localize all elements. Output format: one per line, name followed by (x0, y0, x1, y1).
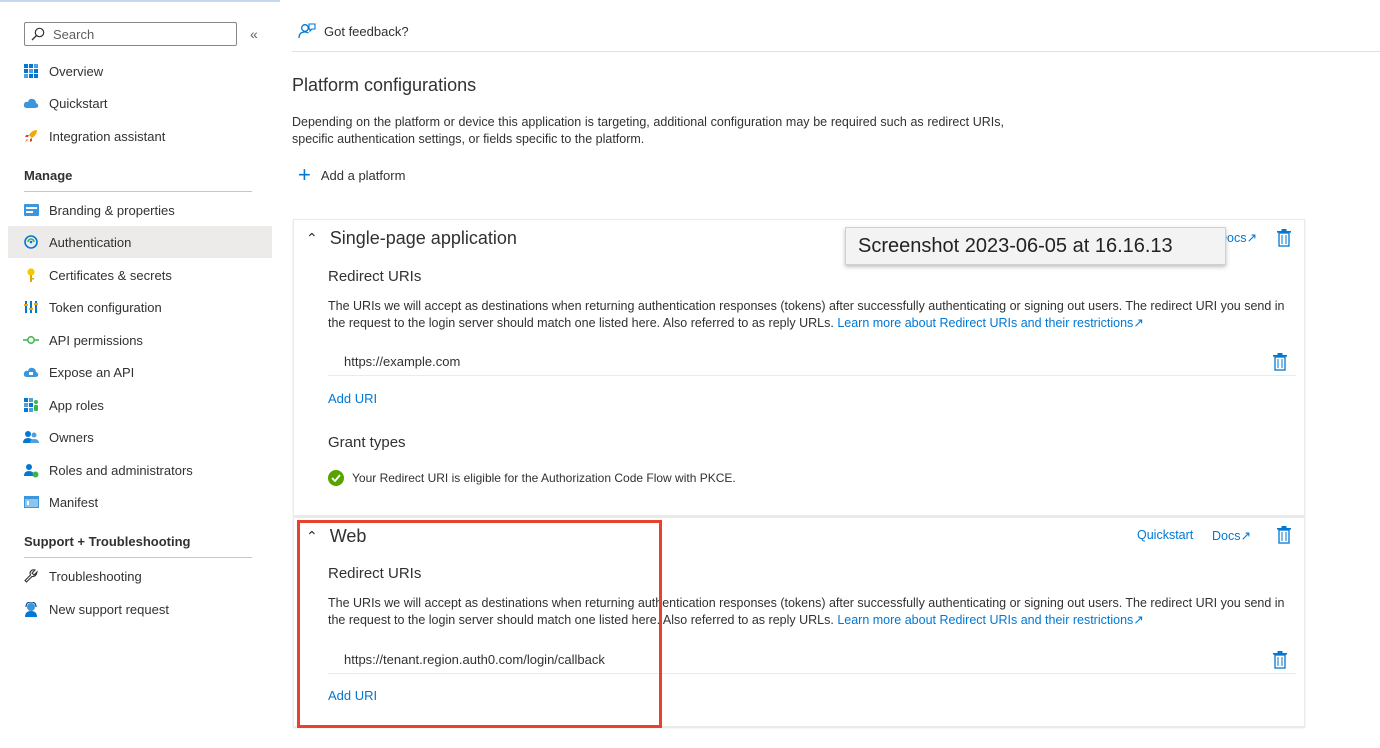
sidebar-item-authentication[interactable]: Authentication (8, 226, 272, 258)
web-learn-more-link[interactable]: Learn more about Redirect URIs and their… (837, 613, 1143, 627)
section-manage: Manage (24, 168, 252, 192)
sidebar-item-certificates-secrets[interactable]: Certificates & secrets (8, 259, 272, 291)
sidebar-item-label: Roles and administrators (49, 462, 193, 478)
sidebar-item-new-support-request[interactable]: New support request (8, 593, 272, 625)
web-delete-platform-icon[interactable] (1276, 526, 1292, 544)
cloud-api-icon (23, 364, 39, 380)
sidebar-item-api-permissions[interactable]: API permissions (8, 324, 272, 356)
external-link-icon: ↗ (1133, 613, 1144, 627)
external-link-icon: ↗ (1240, 529, 1251, 543)
sidebar-item-label: Token configuration (49, 299, 162, 315)
web-docs-link[interactable]: Docs↗ (1212, 528, 1251, 543)
spa-card-title: Single-page application (329, 228, 517, 248)
cloud-icon (23, 95, 39, 111)
spa-uri-row[interactable]: https://example.com (328, 348, 1296, 376)
feedback-button[interactable]: Got feedback? (298, 22, 409, 40)
search-input[interactable]: Search (24, 22, 237, 46)
app-roles-icon (23, 397, 39, 413)
sidebar-item-label: Certificates & secrets (49, 267, 172, 283)
screenshot-tooltip: Screenshot 2023-06-05 at 16.16.13 (845, 227, 1226, 265)
grant-status-text: Your Redirect URI is eligible for the Au… (352, 471, 736, 485)
sidebar-item-token-configuration[interactable]: Token configuration (8, 291, 272, 323)
sidebar-item-label: Expose an API (49, 364, 135, 380)
token-icon (23, 299, 39, 315)
search-icon (31, 27, 45, 41)
key-icon (23, 267, 39, 283)
sidebar-item-label: New support request (49, 601, 169, 617)
sidebar-item-label: Manifest (49, 494, 99, 510)
sidebar-item-expose-api[interactable]: Expose an API (8, 356, 272, 388)
web-docs-label: Docs (1212, 529, 1241, 543)
spa-card-header[interactable]: ⌃ Single-page application (306, 228, 517, 249)
plus-icon: + (298, 162, 311, 187)
toolbar-divider (292, 51, 1380, 52)
highlight-box (297, 520, 662, 728)
feedback-icon (298, 23, 316, 39)
sidebar-item-label: Quickstart (49, 95, 108, 111)
feedback-label: Got feedback? (324, 23, 409, 39)
grant-status: Your Redirect URI is eligible for the Au… (328, 470, 736, 486)
add-platform-label: Add a platform (320, 167, 406, 183)
spa-delete-uri-icon[interactable] (1272, 353, 1288, 371)
sidebar-item-owners[interactable]: Owners (8, 421, 272, 453)
spa-add-uri-link[interactable]: Add URI (328, 391, 377, 406)
sidebar-item-label: Authentication (49, 234, 132, 250)
support-person-icon (23, 601, 39, 617)
web-quickstart-link[interactable]: Quickstart (1137, 528, 1193, 542)
spa-redirect-title: Redirect URIs (328, 268, 422, 285)
page-title: Platform configurations (292, 75, 477, 95)
rocket-icon (23, 128, 39, 144)
page-description: Depending on the platform or device this… (292, 115, 1004, 146)
owners-icon (23, 429, 39, 445)
sidebar-item-label: App roles (49, 397, 104, 413)
sidebar-item-label: Owners (49, 429, 94, 445)
authentication-icon (23, 234, 39, 250)
sidebar-item-label: API permissions (49, 332, 143, 348)
roles-icon (23, 462, 39, 478)
grid-icon (23, 63, 39, 79)
sidebar-item-label: Overview (49, 63, 104, 79)
api-permissions-icon (23, 332, 39, 348)
spa-delete-platform-icon[interactable] (1276, 229, 1292, 247)
spa-learn-more-label: Learn more about Redirect URIs and their… (837, 316, 1134, 330)
spa-uri-value: https://example.com (344, 354, 461, 369)
sidebar-item-app-roles[interactable]: App roles (8, 389, 272, 421)
sidebar-item-label: Integration assistant (49, 128, 166, 144)
search-placeholder: Search (53, 26, 95, 42)
section-support-troubleshooting: Support + Troubleshooting (24, 534, 252, 558)
web-learn-more-label: Learn more about Redirect URIs and their… (837, 613, 1134, 627)
add-platform-button[interactable]: + Add a platform (298, 162, 406, 187)
external-link-icon: ↗ (1246, 231, 1257, 245)
sidebar-item-label: Branding & properties (49, 202, 175, 218)
sidebar-item-manifest[interactable]: Manifest (8, 486, 272, 518)
web-delete-uri-icon[interactable] (1272, 651, 1288, 669)
chevron-up-icon: ⌃ (306, 230, 318, 246)
collapse-sidebar-icon[interactable]: « (250, 26, 258, 42)
spa-learn-more-link[interactable]: Learn more about Redirect URIs and their… (837, 316, 1143, 330)
sidebar-item-branding[interactable]: Branding & properties (8, 194, 272, 226)
grant-types-title: Grant types (328, 434, 406, 451)
spa-redirect-description: The URIs we will accept as destinations … (328, 298, 1288, 332)
branding-icon (23, 202, 39, 218)
sidebar-item-label: Troubleshooting (49, 568, 142, 584)
sidebar-item-overview[interactable]: Overview (8, 55, 272, 87)
wrench-icon (23, 568, 39, 584)
external-link-icon: ↗ (1133, 316, 1144, 330)
manifest-icon (23, 494, 39, 510)
sidebar: Search « Overview Quickstart Integration… (0, 0, 282, 748)
sidebar-item-roles-administrators[interactable]: Roles and administrators (8, 454, 272, 486)
check-circle-icon (328, 470, 344, 486)
sidebar-item-troubleshooting[interactable]: Troubleshooting (8, 560, 272, 592)
sidebar-item-quickstart[interactable]: Quickstart (8, 87, 272, 119)
sidebar-item-integration-assistant[interactable]: Integration assistant (8, 120, 272, 152)
